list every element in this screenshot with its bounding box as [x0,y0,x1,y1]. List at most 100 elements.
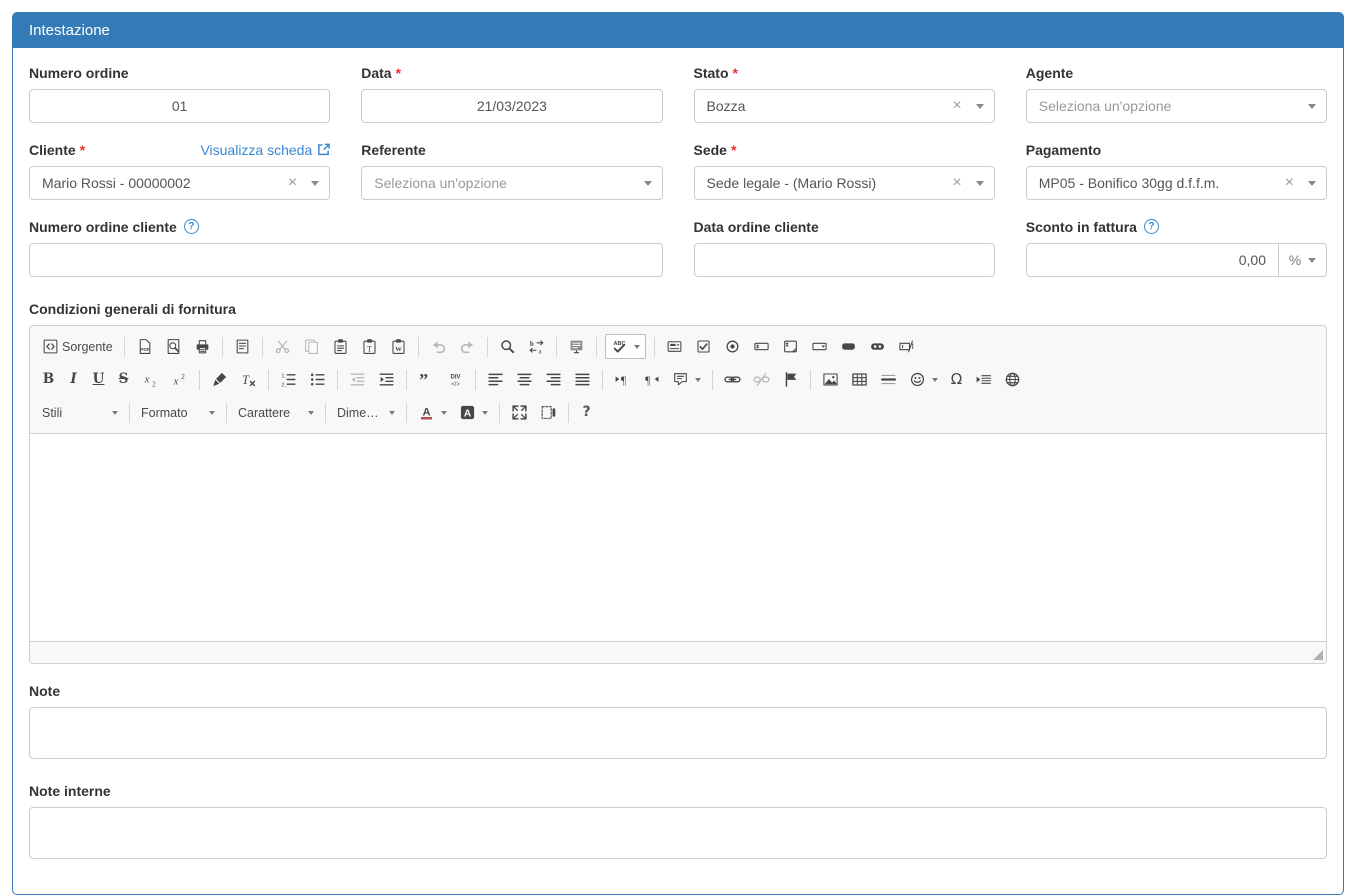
cliente-select[interactable]: Mario Rossi - 00000002 × [29,166,330,200]
bold-button[interactable]: B [37,366,60,393]
paste-as-text-button[interactable] [356,333,383,360]
print-button[interactable] [189,333,216,360]
data-ordine-cliente-input[interactable] [694,243,995,277]
chevron-down-icon [311,181,319,186]
blockquote-button[interactable] [413,366,440,393]
page-break-button[interactable] [970,366,997,393]
radio-button-button[interactable] [719,333,746,360]
editor-content-area[interactable] [30,434,1326,641]
source-button[interactable]: Sorgente [37,333,118,360]
panel-header: Intestazione [13,13,1343,48]
image-button[interactable] [817,366,844,393]
underline-button[interactable]: U [87,366,110,393]
section-condizioni: Condizioni generali di fornitura Sorgent… [29,301,1327,664]
button-field-button[interactable] [835,333,862,360]
styles-button[interactable]: Stili [37,401,123,425]
agente-select[interactable]: Seleziona un'opzione [1026,89,1327,123]
field-numero-ordine: Numero ordine [29,64,330,123]
numero-ordine-cliente-input[interactable] [29,243,663,277]
remove-format-button[interactable] [235,366,262,393]
align-right-button[interactable] [540,366,567,393]
referente-select[interactable]: Seleziona un'opzione [361,166,662,200]
subscript-button[interactable] [137,366,164,393]
sede-select[interactable]: Sede legale - (Mario Rossi) × [694,166,995,200]
paste-button[interactable] [327,333,354,360]
textarea-field-button[interactable] [777,333,804,360]
required-asterisk: * [733,65,738,81]
show-blocks-button[interactable] [535,399,562,426]
text-color-button[interactable] [413,399,452,426]
clear-icon[interactable]: × [1285,175,1294,191]
maximize-button[interactable] [506,399,533,426]
anchor-button[interactable] [777,366,804,393]
numero-ordine-label: Numero ordine [29,65,129,81]
align-left-button[interactable] [482,366,509,393]
note-textarea[interactable] [29,707,1327,759]
export-pdf-button[interactable] [131,333,158,360]
required-asterisk: * [396,65,401,81]
stato-select[interactable]: Bozza × [694,89,995,123]
about-button[interactable]: ? [575,399,598,426]
clear-icon[interactable]: × [288,175,297,191]
visualizza-scheda-link[interactable]: Visualizza scheda [200,142,330,158]
pagamento-select[interactable]: MP05 - Bonifico 30gg d.f.f.m. × [1026,166,1327,200]
page-break-icon [975,371,992,388]
numero-ordine-input[interactable] [29,89,330,123]
iframe-button[interactable] [999,366,1026,393]
text-direction-rtl-button[interactable] [638,366,665,393]
strikethrough-button[interactable]: S [112,366,135,393]
checkbox-button[interactable] [690,333,717,360]
help-icon[interactable]: ? [184,219,199,234]
toolbar-separator [226,403,227,423]
text-direction-ltr-button[interactable] [609,366,636,393]
hidden-field-button[interactable] [893,333,920,360]
resize-handle-icon[interactable] [1313,650,1323,660]
templates-button[interactable] [229,333,256,360]
form-button[interactable] [661,333,688,360]
rich-text-editor: Sorgente BIUS Ω Stili Formato Carattere Dimens… [29,325,1327,664]
numbered-list-button[interactable] [275,366,302,393]
increase-indent-button[interactable] [373,366,400,393]
clear-icon[interactable]: × [952,175,961,191]
image-button-button[interactable] [864,333,891,360]
copy-formatting-button[interactable] [206,366,233,393]
bold-icon: B [42,371,55,388]
text-field-button[interactable] [748,333,775,360]
preview-button[interactable] [160,333,187,360]
smiley-button[interactable] [904,366,943,393]
table-button[interactable] [846,366,873,393]
clear-icon[interactable]: × [952,98,961,114]
div-container-button[interactable] [442,366,469,393]
horizontal-rule-button[interactable] [875,366,902,393]
find-button[interactable] [494,333,521,360]
select-all-button[interactable] [563,333,590,360]
select-field-button[interactable] [806,333,833,360]
paste-from-word-button[interactable] [385,333,412,360]
sconto-unit-select[interactable]: % [1279,243,1327,277]
justify-button[interactable] [569,366,596,393]
superscript-button[interactable] [166,366,193,393]
redo-button [454,333,481,360]
intestazione-panel: Intestazione Numero ordine Data* Stato* … [12,12,1344,895]
replace-button[interactable] [523,333,550,360]
align-center-button[interactable] [511,366,538,393]
help-icon[interactable]: ? [1144,219,1159,234]
note-interne-textarea[interactable] [29,807,1327,859]
italic-button[interactable]: I [62,366,85,393]
sconto-input[interactable] [1026,243,1279,277]
language-icon [672,371,689,388]
numero-ordine-cliente-label: Numero ordine cliente? [29,219,199,235]
toolbar-separator [596,337,597,357]
font-size-button[interactable]: Dimensi... [332,401,400,425]
subscript-icon [142,371,159,388]
iframe-icon [1004,371,1021,388]
spell-check-button[interactable] [605,334,646,359]
paragraph-format-button[interactable]: Formato [136,401,220,425]
bulleted-list-button[interactable] [304,366,331,393]
font-button[interactable]: Carattere [233,401,319,425]
data-input[interactable] [361,89,662,123]
special-character-button[interactable]: Ω [945,366,968,393]
link-button[interactable] [719,366,746,393]
language-button[interactable] [667,366,706,393]
background-color-button[interactable] [454,399,493,426]
